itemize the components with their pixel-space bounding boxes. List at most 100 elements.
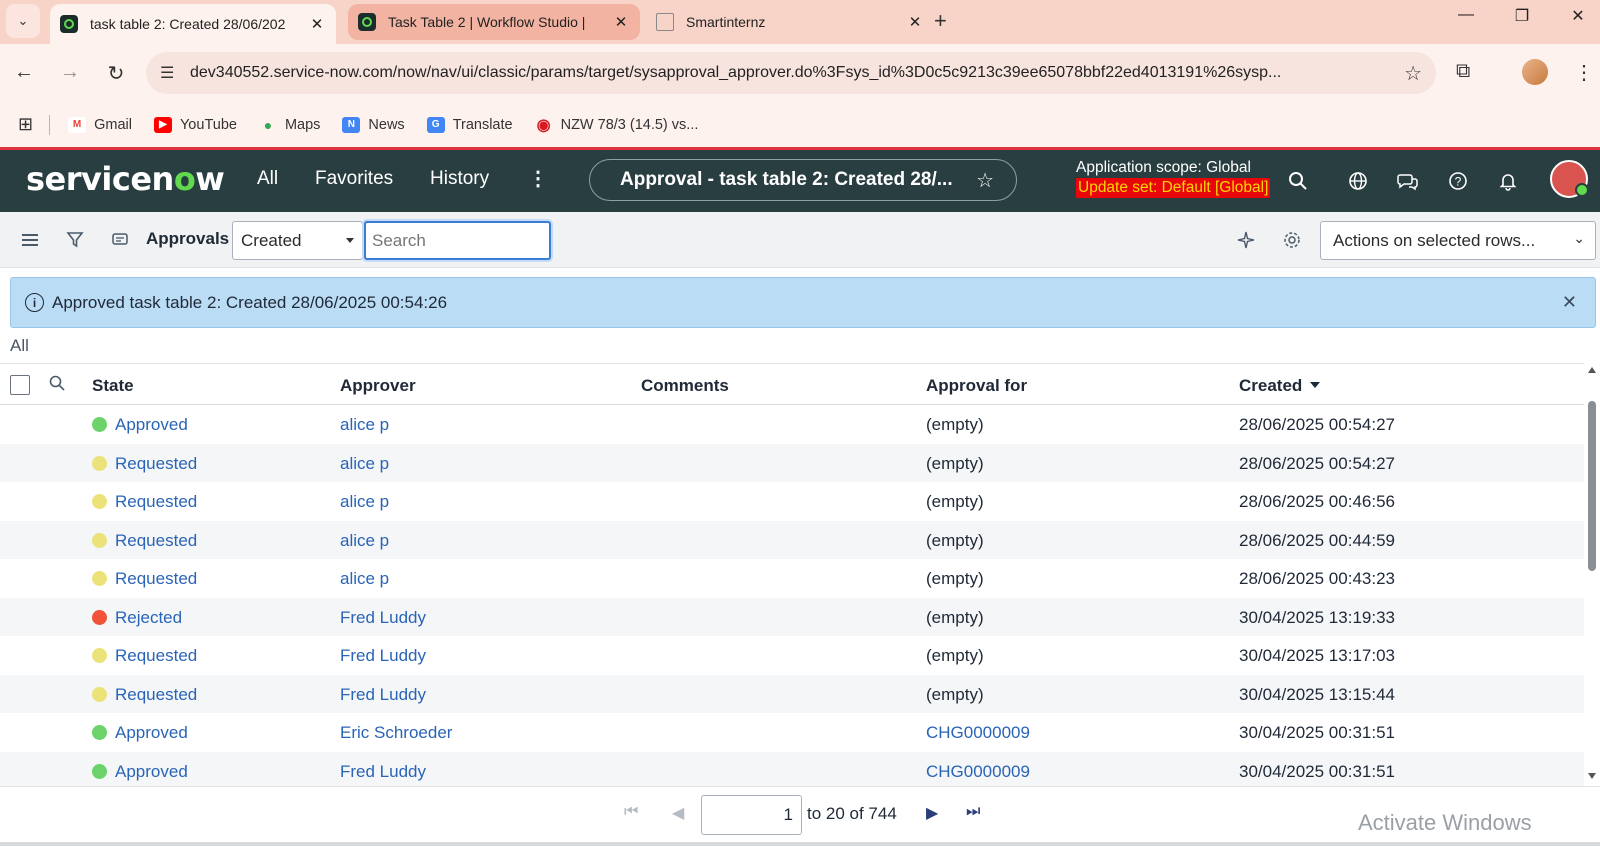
column-approver[interactable]: Approver xyxy=(340,376,416,396)
tab-search-chevron-icon[interactable]: ⌄ xyxy=(6,4,40,38)
last-page-icon[interactable]: ⏭ xyxy=(966,803,980,821)
more-menu-icon[interactable]: ⋮ xyxy=(528,166,548,191)
favorite-star-icon[interactable]: ☆ xyxy=(976,168,994,193)
apps-grid-icon[interactable]: ⊞ xyxy=(18,114,33,135)
notifications-bell-icon[interactable] xyxy=(1495,168,1521,194)
approver-link[interactable]: Fred Luddy xyxy=(340,646,426,666)
tab-close-icon[interactable]: ✕ xyxy=(308,15,326,33)
restore-window-icon[interactable]: ❐ xyxy=(1502,6,1542,26)
tab-close-icon[interactable]: ✕ xyxy=(906,13,924,31)
browser-menu-icon[interactable]: ⋮ xyxy=(1574,60,1594,85)
record-context-pill[interactable]: Approval - task table 2: Created 28/... … xyxy=(589,159,1017,201)
approval-for-cell[interactable]: CHG0000009 xyxy=(926,762,1030,782)
address-bar[interactable]: ☰ dev340552.service-now.com/now/nav/ui/c… xyxy=(146,52,1436,94)
new-tab-button[interactable]: + xyxy=(934,8,947,34)
table-row[interactable]: Requested alice p (empty) 28/06/2025 00:54:… xyxy=(0,443,1584,482)
browser-tab-1[interactable]: task table 2: Created 28/06/202 ✕ xyxy=(50,4,336,44)
gear-icon[interactable] xyxy=(1280,228,1304,252)
table-row[interactable]: Requested alice p (empty) 28/06/2025 00:44:… xyxy=(0,520,1584,559)
column-created[interactable]: Created xyxy=(1239,376,1321,396)
state-link[interactable]: Approved xyxy=(115,415,188,435)
search-field-select[interactable]: Created xyxy=(232,221,363,260)
column-state[interactable]: State xyxy=(92,376,134,396)
scroll-thumb[interactable] xyxy=(1588,401,1596,571)
scope-picker[interactable]: Application scope: Global Update set: De… xyxy=(1076,158,1271,198)
approver-link[interactable]: alice p xyxy=(340,454,389,474)
state-link[interactable]: Requested xyxy=(115,492,197,512)
approver-link[interactable]: alice p xyxy=(340,531,389,551)
column-search-icon[interactable] xyxy=(48,374,66,397)
selected-field: Created xyxy=(241,231,302,250)
bookmark-youtube[interactable]: ▶ YouTube xyxy=(153,116,237,133)
approver-link[interactable]: alice p xyxy=(340,415,389,435)
bookmark-news[interactable]: N News xyxy=(342,116,405,133)
actions-select[interactable]: Actions on selected rows... ⌄ xyxy=(1320,221,1596,260)
approval-for-cell[interactable]: CHG0000009 xyxy=(926,723,1030,743)
back-icon[interactable]: ← xyxy=(12,61,36,84)
close-window-icon[interactable]: ✕ xyxy=(1558,6,1598,26)
browser-tab-2[interactable]: Task Table 2 | Workflow Studio | ✕ xyxy=(348,4,640,40)
nav-all[interactable]: All xyxy=(257,168,278,190)
table-row[interactable]: Rejected Fred Luddy (empty) 30/04/2025 13:1… xyxy=(0,597,1584,636)
state-link[interactable]: Approved xyxy=(115,762,188,782)
table-row[interactable]: Requested Fred Luddy (empty) 30/04/2025 13:… xyxy=(0,636,1584,675)
chat-icon[interactable] xyxy=(1395,168,1421,194)
approver-link[interactable]: Eric Schroeder xyxy=(340,723,452,743)
bookmark-star-icon[interactable]: ☆ xyxy=(1404,61,1422,86)
bookmark-translate[interactable]: G Translate xyxy=(426,116,513,133)
nav-favorites[interactable]: Favorites xyxy=(315,168,393,190)
approver-link[interactable]: Fred Luddy xyxy=(340,608,426,628)
state-link[interactable]: Requested xyxy=(115,454,197,474)
state-link[interactable]: Requested xyxy=(115,646,197,666)
state-link[interactable]: Rejected xyxy=(115,608,182,628)
table-scrollbar[interactable] xyxy=(1586,367,1598,779)
state-link[interactable]: Approved xyxy=(115,723,188,743)
help-icon[interactable]: ? xyxy=(1445,168,1471,194)
table-row[interactable]: Approved alice p (empty) 28/06/2025 00:54:2… xyxy=(0,405,1584,444)
extensions-puzzle-icon[interactable]: ⧉ xyxy=(1456,60,1470,83)
search-input[interactable] xyxy=(364,221,551,260)
activity-stream-icon[interactable] xyxy=(108,228,132,252)
previous-page-icon[interactable]: ◀ xyxy=(672,803,684,823)
scroll-up-icon[interactable] xyxy=(1588,367,1596,373)
close-icon[interactable]: ✕ xyxy=(1562,292,1577,313)
minimize-window-icon[interactable]: — xyxy=(1446,6,1486,24)
sparkle-icon[interactable] xyxy=(1234,228,1258,252)
reload-icon[interactable]: ↻ xyxy=(104,61,128,86)
table-row[interactable]: Approved Eric Schroeder CHG0000009 30/04/20… xyxy=(0,713,1584,752)
state-link[interactable]: Requested xyxy=(115,569,197,589)
state-link[interactable]: Requested xyxy=(115,531,197,551)
select-all-checkbox[interactable] xyxy=(10,375,30,395)
bookmark-maps[interactable]: ● Maps xyxy=(259,117,321,133)
site-info-icon[interactable]: ☰ xyxy=(160,63,174,83)
tab-close-icon[interactable]: ✕ xyxy=(612,13,630,31)
search-icon[interactable] xyxy=(1285,168,1311,194)
browser-profile-avatar[interactable] xyxy=(1522,59,1548,85)
approver-link[interactable]: Fred Luddy xyxy=(340,762,426,782)
user-avatar[interactable] xyxy=(1550,160,1589,198)
next-page-icon[interactable]: ▶ xyxy=(926,803,938,823)
table-row[interactable]: Requested Fred Luddy (empty) 30/04/2025 13:… xyxy=(0,674,1584,713)
scroll-down-icon[interactable] xyxy=(1588,773,1596,779)
page-number-input[interactable] xyxy=(701,795,802,835)
column-comments[interactable]: Comments xyxy=(641,376,729,396)
table-row[interactable]: Requested alice p (empty) 28/06/2025 00:46:… xyxy=(0,482,1584,521)
hamburger-menu-icon[interactable] xyxy=(18,228,42,252)
forward-icon[interactable]: → xyxy=(58,61,82,84)
table-row[interactable]: Approved Fred Luddy CHG0000009 30/04/2025 0… xyxy=(0,751,1584,790)
column-approval-for[interactable]: Approval for xyxy=(926,376,1027,396)
approver-link[interactable]: Fred Luddy xyxy=(340,685,426,705)
approver-link[interactable]: alice p xyxy=(340,569,389,589)
filter-funnel-icon[interactable] xyxy=(63,228,87,252)
browser-tab-3[interactable]: Smartinternz ✕ xyxy=(646,4,934,40)
nav-history[interactable]: History xyxy=(430,168,489,190)
breadcrumb[interactable]: All xyxy=(10,336,29,356)
table-row[interactable]: Requested alice p (empty) 28/06/2025 00:43:… xyxy=(0,559,1584,598)
first-page-icon[interactable]: ⏮ xyxy=(624,803,638,821)
bookmark-gmail[interactable]: M Gmail xyxy=(68,116,132,133)
state-link[interactable]: Requested xyxy=(115,685,197,705)
bookmark-cricket-score[interactable]: ◉ NZW 78/3 (14.5) vs... xyxy=(535,117,699,134)
approver-link[interactable]: alice p xyxy=(340,492,389,512)
globe-icon[interactable] xyxy=(1345,168,1371,194)
servicenow-logo[interactable]: servicenow xyxy=(26,160,225,198)
